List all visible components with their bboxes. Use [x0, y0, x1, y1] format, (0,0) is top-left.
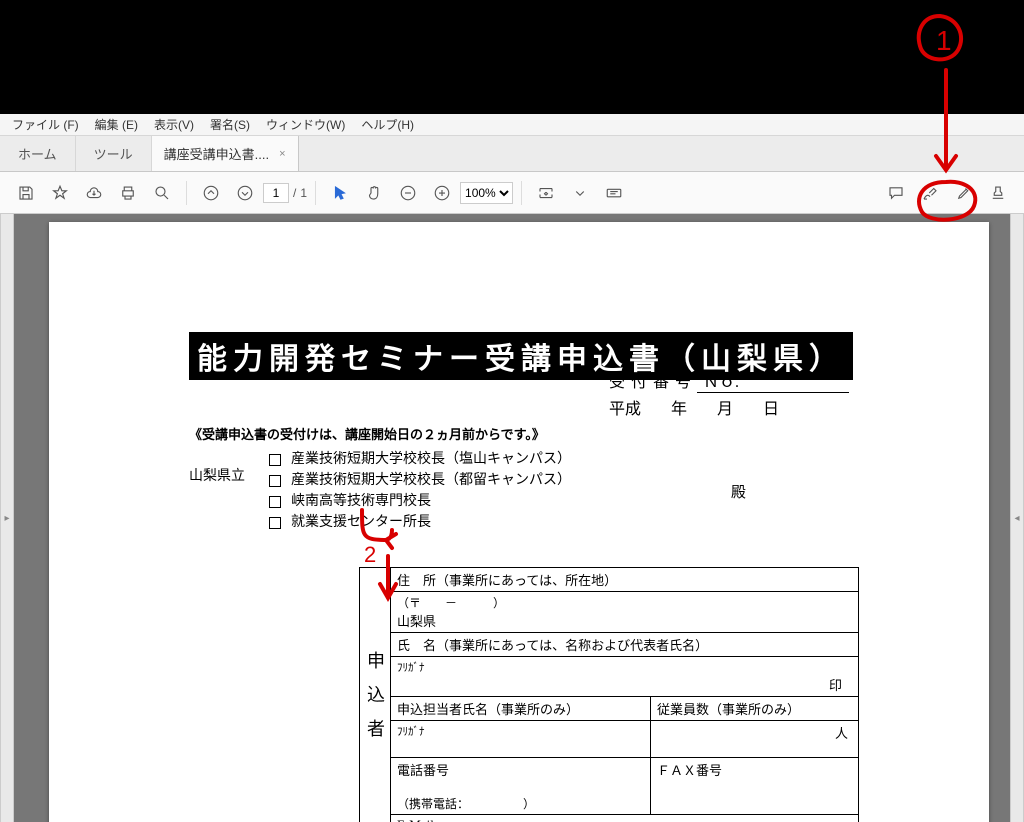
employees-label: 従業員数（事業所のみ）: [650, 697, 858, 721]
page-total: 1: [300, 186, 307, 200]
email-label: E-Mail: [391, 815, 859, 822]
tab-tools-label: ツール: [94, 144, 133, 163]
zoom-in-icon[interactable]: [426, 177, 458, 209]
contact-cell: ﾌﾘｶﾞﾅ: [391, 721, 651, 758]
menu-help[interactable]: ヘルプ(H): [353, 116, 422, 133]
day-suffix: 日: [763, 395, 779, 419]
address-cell: （〒 － ） 山梨県: [391, 592, 859, 633]
zoom-select[interactable]: 100%: [460, 182, 513, 204]
era-label: 平成: [609, 395, 641, 419]
fax-label: ＦＡＸ番号: [650, 758, 858, 815]
document-viewport: ▸ 能力開発セミナー受講申込書（山梨県） 受付番号 Ｎｏ. 平成 年 月 日: [0, 214, 1024, 822]
fit-width-icon[interactable]: [530, 177, 562, 209]
menu-view[interactable]: 表示(V): [146, 116, 202, 133]
menu-window[interactable]: ウィンドウ(W): [258, 116, 353, 133]
svg-text:1: 1: [936, 25, 952, 56]
save-icon[interactable]: [10, 177, 42, 209]
left-panel-handle[interactable]: ▸: [0, 214, 14, 822]
sign-pen-icon[interactable]: [914, 177, 946, 209]
name-label: 氏 名（事業所にあっては、名称および代表者氏名）: [391, 633, 859, 657]
page-down-icon[interactable]: [229, 177, 261, 209]
pointer-icon[interactable]: [324, 177, 356, 209]
tab-home-label: ホーム: [18, 144, 57, 163]
applicant-vertical-header: 申込者: [360, 568, 391, 822]
comment-icon[interactable]: [880, 177, 912, 209]
prefecture-label: 山梨県立: [189, 449, 269, 485]
address-label: 住 所（事業所にあっては、所在地）: [391, 568, 859, 592]
page-current-input[interactable]: [263, 183, 289, 203]
hand-icon[interactable]: [358, 177, 390, 209]
search-icon[interactable]: [146, 177, 178, 209]
pdf-page: 能力開発セミナー受講申込書（山梨県） 受付番号 Ｎｏ. 平成 年 月 日 《受講…: [49, 222, 989, 822]
toolbar: / 1 100%: [0, 172, 1024, 214]
checkbox-icon: [269, 454, 281, 466]
tab-tools[interactable]: ツール: [76, 136, 152, 171]
tab-home[interactable]: ホーム: [0, 136, 76, 171]
page-indicator: / 1: [263, 183, 307, 203]
employees-cell: 人: [650, 721, 858, 758]
toolbar-separator: [186, 181, 187, 205]
menu-file[interactable]: ファイル (F): [4, 116, 87, 133]
tab-document-label: 講座受講申込書....: [164, 144, 269, 163]
zoom-out-icon[interactable]: [392, 177, 424, 209]
checkbox-icon: [269, 496, 281, 508]
contact-label: 申込担当者氏名（事業所のみ）: [391, 697, 651, 721]
annotation-circle-1: 1: [910, 10, 970, 70]
year-suffix: 年: [671, 395, 687, 419]
cloud-icon[interactable]: [78, 177, 110, 209]
checkbox-icon: [269, 517, 281, 529]
tab-document[interactable]: 講座受講申込書.... ×: [152, 136, 299, 171]
fit-width-dropdown-icon[interactable]: [564, 177, 596, 209]
name-cell: ﾌﾘｶﾞﾅ 印: [391, 657, 859, 697]
pdf-viewer-window: ファイル (F) 編集 (E) 表示(V) 署名(S) ウィンドウ(W) ヘルプ…: [0, 114, 1024, 822]
highlight-pen-icon[interactable]: [948, 177, 980, 209]
receipt-label: 受付番号: [609, 368, 697, 393]
menu-edit[interactable]: 編集 (E): [87, 116, 146, 133]
menubar: ファイル (F) 編集 (E) 表示(V) 署名(S) ウィンドウ(W) ヘルプ…: [0, 114, 1024, 136]
read-mode-icon[interactable]: [598, 177, 630, 209]
tab-close-button[interactable]: ×: [279, 148, 285, 160]
month-suffix: 月: [717, 395, 733, 419]
addressee-item: 峡南高等技術専門校長: [269, 491, 571, 512]
tel-label: 電話番号（携帯電話： ）: [391, 758, 651, 815]
addressee-item: 産業技術短期大学校校長（都留キャンパス）: [269, 470, 571, 491]
seal-mark: 印: [397, 675, 852, 694]
print-icon[interactable]: [112, 177, 144, 209]
toolbar-separator: [521, 181, 522, 205]
page-separator: /: [293, 186, 296, 200]
application-note: 《受講申込書の受付けは、講座開始日の２ヵ月前からです。》: [189, 424, 849, 443]
checkbox-icon: [269, 475, 281, 487]
tabbar: ホーム ツール 講座受講申込書.... ×: [0, 136, 1024, 172]
page-scroll-area[interactable]: 能力開発セミナー受講申込書（山梨県） 受付番号 Ｎｏ. 平成 年 月 日 《受講…: [14, 214, 1024, 822]
address-prefecture: 山梨県: [397, 614, 436, 629]
zoom-dropdown[interactable]: 100%: [460, 182, 513, 204]
page-up-icon[interactable]: [195, 177, 227, 209]
receipt-block: 受付番号 Ｎｏ. 平成 年 月 日: [609, 368, 849, 419]
star-icon[interactable]: [44, 177, 76, 209]
addressee-block: 山梨県立 産業技術短期大学校校長（塩山キャンパス） 産業技術短期大学校校長（都留…: [189, 449, 849, 533]
addressee-item: 産業技術短期大学校校長（塩山キャンパス）: [269, 449, 571, 470]
addressee-item: 就業支援センター所長: [269, 512, 571, 533]
toolbar-separator: [315, 181, 316, 205]
right-panel-handle[interactable]: ◂: [1010, 214, 1024, 822]
applicant-form-table: 申込者 住 所（事業所にあっては、所在地） （〒 － ） 山梨県 氏 名（事業所…: [359, 567, 859, 822]
receipt-no-prefix: Ｎｏ.: [697, 368, 849, 393]
stamp-icon[interactable]: [982, 177, 1014, 209]
honorific: 殿: [731, 481, 746, 502]
menu-sign[interactable]: 署名(S): [202, 116, 258, 133]
